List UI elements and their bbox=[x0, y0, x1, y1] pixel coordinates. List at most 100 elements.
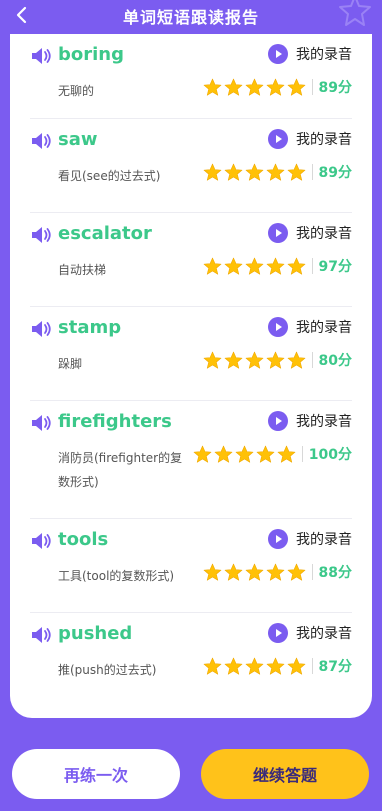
rating: 80分 bbox=[203, 350, 352, 370]
recording-label: 我的录音 bbox=[296, 320, 352, 336]
list-item: firefighters 消防员(firefighter的复数形式) 我的录音 … bbox=[30, 401, 352, 519]
my-recording-button[interactable]: 我的录音 bbox=[268, 129, 352, 149]
play-icon bbox=[268, 529, 288, 549]
star-icon bbox=[214, 445, 233, 463]
star-icon bbox=[287, 257, 305, 275]
word-text: tools bbox=[58, 529, 109, 550]
star-icon bbox=[256, 445, 275, 463]
star-decoration-icon bbox=[339, 0, 371, 26]
play-icon bbox=[268, 223, 288, 243]
score-text: 88分 bbox=[318, 565, 352, 581]
star-icon bbox=[203, 78, 221, 96]
my-recording-button[interactable]: 我的录音 bbox=[268, 223, 352, 243]
star-icon bbox=[224, 563, 242, 581]
score-text: 80分 bbox=[318, 353, 352, 369]
recording-label: 我的录音 bbox=[296, 414, 352, 430]
meaning-text: 无聊的 bbox=[58, 84, 95, 98]
meaning-text: 看见(see的过去式) bbox=[58, 169, 161, 183]
star-icon bbox=[224, 257, 242, 275]
speaker-icon[interactable] bbox=[30, 626, 52, 644]
star-icon bbox=[203, 163, 221, 181]
star-icon bbox=[245, 657, 263, 675]
rating: 97分 bbox=[203, 256, 352, 276]
play-icon bbox=[268, 317, 288, 337]
rating: 89分 bbox=[203, 162, 352, 182]
recording-label: 我的录音 bbox=[296, 626, 352, 642]
play-icon bbox=[268, 129, 288, 149]
star-icon bbox=[277, 445, 296, 463]
my-recording-button[interactable]: 我的录音 bbox=[268, 44, 352, 64]
star-icon bbox=[245, 351, 263, 369]
report-card: boring 无聊的 我的录音 89分 saw 看见(see的过去式) 我的录音… bbox=[10, 34, 372, 718]
star-icon bbox=[224, 163, 242, 181]
word-text: firefighters bbox=[58, 411, 172, 432]
page-title: 单词短语跟读报告 bbox=[122, 8, 259, 27]
star-icon bbox=[224, 351, 242, 369]
my-recording-button[interactable]: 我的录音 bbox=[268, 529, 352, 549]
star-icon bbox=[224, 78, 242, 96]
star-icon bbox=[266, 657, 284, 675]
word-text: stamp bbox=[58, 317, 122, 338]
meaning-text: 自动扶梯 bbox=[58, 263, 107, 277]
word-text: saw bbox=[58, 129, 98, 150]
word-text: pushed bbox=[58, 623, 133, 644]
star-rating bbox=[203, 78, 308, 97]
score-text: 97分 bbox=[318, 259, 352, 275]
rating: 87分 bbox=[203, 656, 352, 676]
meaning-text: 推(push的过去式) bbox=[58, 663, 157, 677]
star-icon bbox=[245, 257, 263, 275]
star-rating bbox=[203, 563, 308, 582]
rating: 100分 bbox=[193, 444, 352, 464]
star-rating bbox=[203, 163, 308, 182]
star-icon bbox=[235, 445, 254, 463]
play-icon bbox=[268, 44, 288, 64]
word-text: boring bbox=[58, 44, 124, 65]
list-item: pushed 推(push的过去式) 我的录音 87分 bbox=[30, 613, 352, 707]
star-rating bbox=[203, 351, 308, 370]
my-recording-button[interactable]: 我的录音 bbox=[268, 411, 352, 431]
list-item: tools 工具(tool的复数形式) 我的录音 88分 bbox=[30, 519, 352, 613]
my-recording-button[interactable]: 我的录音 bbox=[268, 317, 352, 337]
star-icon bbox=[193, 445, 212, 463]
word-text: escalator bbox=[58, 223, 152, 244]
star-icon bbox=[245, 563, 263, 581]
speaker-icon[interactable] bbox=[30, 132, 52, 150]
retry-button[interactable]: 再练一次 bbox=[12, 749, 180, 799]
star-rating bbox=[203, 257, 308, 276]
play-icon bbox=[268, 411, 288, 431]
star-icon bbox=[287, 163, 305, 181]
score-text: 87分 bbox=[318, 659, 352, 675]
star-icon bbox=[266, 563, 284, 581]
star-icon bbox=[287, 657, 305, 675]
star-icon bbox=[203, 657, 221, 675]
star-icon bbox=[287, 351, 305, 369]
recording-label: 我的录音 bbox=[296, 226, 352, 242]
meaning-text: 消防员(firefighter的复数形式) bbox=[58, 451, 183, 489]
speaker-icon[interactable] bbox=[30, 532, 52, 550]
speaker-icon[interactable] bbox=[30, 320, 52, 338]
recording-label: 我的录音 bbox=[296, 532, 352, 548]
star-icon bbox=[203, 257, 221, 275]
list-item: boring 无聊的 我的录音 89分 bbox=[30, 34, 352, 119]
star-icon bbox=[266, 163, 284, 181]
score-text: 89分 bbox=[318, 165, 352, 181]
continue-button[interactable]: 继续答题 bbox=[201, 749, 369, 799]
recording-label: 我的录音 bbox=[296, 47, 352, 63]
star-icon bbox=[245, 78, 263, 96]
speaker-icon[interactable] bbox=[30, 226, 52, 244]
star-icon bbox=[266, 78, 284, 96]
list-item: escalator 自动扶梯 我的录音 97分 bbox=[30, 213, 352, 307]
meaning-text: 跺脚 bbox=[58, 357, 83, 371]
my-recording-button[interactable]: 我的录音 bbox=[268, 623, 352, 643]
star-icon bbox=[224, 657, 242, 675]
star-icon bbox=[287, 563, 305, 581]
rating: 88分 bbox=[203, 562, 352, 582]
star-icon bbox=[203, 563, 221, 581]
recording-label: 我的录音 bbox=[296, 132, 352, 148]
list-item: stamp 跺脚 我的录音 80分 bbox=[30, 307, 352, 401]
star-icon bbox=[203, 351, 221, 369]
speaker-icon[interactable] bbox=[30, 414, 52, 432]
play-icon bbox=[268, 623, 288, 643]
star-rating bbox=[193, 445, 298, 464]
speaker-icon[interactable] bbox=[30, 47, 52, 65]
